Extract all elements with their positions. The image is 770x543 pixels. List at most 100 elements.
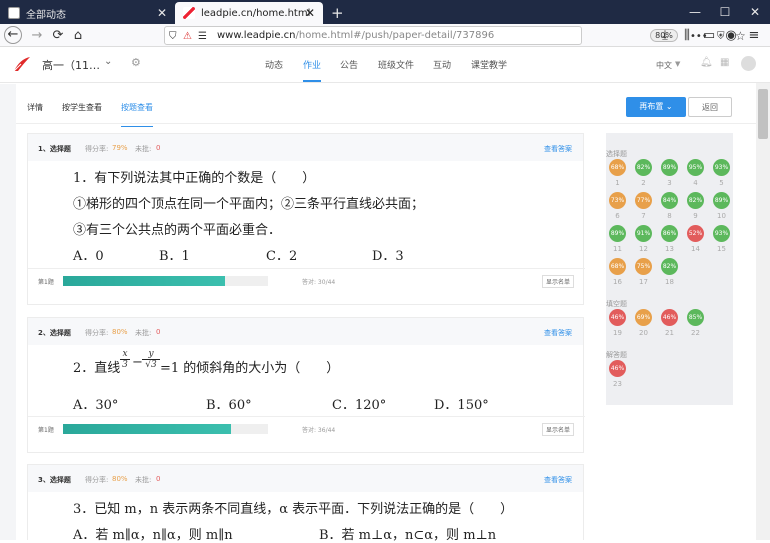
shield-icon[interactable]: ⛉ xyxy=(169,28,177,45)
sub-tabs: 详情 按学生查看 按题查看 再布置 ⌄ 返回 xyxy=(16,84,756,127)
question-rate-circle[interactable]: 82% xyxy=(687,192,704,209)
question-rate-circle[interactable]: 68% xyxy=(609,159,626,176)
progress-fill xyxy=(63,276,225,286)
url-bar[interactable]: ⛉ ⚠ ☰ www.leadpie.cn/home.html#/push/pap… xyxy=(164,26,746,45)
score-value: 80% xyxy=(112,475,128,483)
apps-grid-icon[interactable]: ▦ xyxy=(720,57,729,68)
view-answer-link[interactable]: 查看答案 xyxy=(544,475,572,485)
question-rate-circle[interactable]: 46% xyxy=(609,309,626,326)
nav-activity[interactable]: 动态 xyxy=(265,58,283,71)
option-b: B．若 m⊥α，n⊂α，则 m⊥n xyxy=(319,528,497,543)
minimize-icon[interactable]: — xyxy=(680,0,710,24)
question-rate-circle[interactable]: 46% xyxy=(609,360,626,377)
question-rate-circle[interactable]: 91% xyxy=(635,225,652,242)
fraction-y-over-sqrt3: y √3 xyxy=(142,349,160,370)
back-button[interactable]: 返回 xyxy=(688,97,732,117)
language-selector[interactable]: 中文 xyxy=(656,60,672,71)
scrollbar[interactable] xyxy=(756,83,770,540)
close-tab-icon[interactable]: ✕ xyxy=(157,6,167,20)
score-label: 得分率: xyxy=(85,145,109,153)
option-b: B．1 xyxy=(159,249,190,264)
downloads-icon[interactable]: ⤓ xyxy=(655,26,675,45)
question-rate-circle[interactable]: 93% xyxy=(713,159,730,176)
view-answer-link[interactable]: 查看答案 xyxy=(544,144,572,154)
nav-notice[interactable]: 公告 xyxy=(340,58,358,71)
nav-classroom[interactable]: 课堂教学 xyxy=(471,58,507,71)
account-icon[interactable]: ◉ xyxy=(721,26,741,45)
question-rate-circle[interactable]: 89% xyxy=(609,225,626,242)
close-tab-icon[interactable]: ✕ xyxy=(305,6,315,20)
nav-homework[interactable]: 作业 xyxy=(303,58,322,82)
section-title: 选择题 xyxy=(606,150,627,158)
question-rate-circle[interactable]: 82% xyxy=(661,258,678,275)
browser-tab-2[interactable]: leadpie.cn/home.html#/push ✕ xyxy=(175,2,323,24)
sidebar-icon[interactable]: ▭ xyxy=(699,26,719,45)
nav-interaction[interactable]: 互动 xyxy=(433,58,451,71)
question-rate-circle[interactable]: 46% xyxy=(661,309,678,326)
question-rate-circle[interactable]: 89% xyxy=(713,192,730,209)
reload-icon[interactable]: ⟳ xyxy=(48,26,68,45)
home-icon[interactable]: ⌂ xyxy=(68,26,88,45)
scrollbar-thumb[interactable] xyxy=(758,89,768,139)
chevron-down-icon[interactable]: ⌄ xyxy=(104,56,112,67)
forward-icon[interactable]: → xyxy=(27,26,47,45)
nav-class-files[interactable]: 班级文件 xyxy=(378,58,414,71)
leadpie-favicon-icon xyxy=(183,7,195,19)
question-number: 2 xyxy=(641,179,646,187)
close-window-icon[interactable]: ✕ xyxy=(740,0,770,24)
browser-navbar: ← → ⟳ ⌂ ⛉ ⚠ ☰ www.leadpie.cn/home.html#/… xyxy=(0,24,770,47)
question-rate-circle[interactable]: 77% xyxy=(635,192,652,209)
show-names-button[interactable]: 显示名单 xyxy=(542,275,575,288)
library-icon[interactable]: ⫼ xyxy=(677,26,697,45)
class-selector[interactable]: 高一（11… xyxy=(42,57,100,73)
tab-label: 全部动态 xyxy=(26,9,66,21)
question-number: 7 xyxy=(641,212,646,220)
show-names-button[interactable]: 显示名单 xyxy=(542,423,575,436)
question-rate-circle[interactable]: 84% xyxy=(661,192,678,209)
progress-fill xyxy=(63,424,232,434)
question-card-2: 2、选择题 得分率: 80% 未批: 0 查看答案 2．直线 x3 − y √3 … xyxy=(27,317,585,453)
bell-icon[interactable]: 🔔︎ xyxy=(700,57,713,68)
question-rate-circle[interactable]: 75% xyxy=(635,258,652,275)
option-a: A．若 m∥α，n∥α，则 m∥n xyxy=(73,528,233,543)
question-number: 1 xyxy=(615,179,620,187)
question-rate-circle[interactable]: 73% xyxy=(609,192,626,209)
question-rate-circle[interactable]: 85% xyxy=(687,309,704,326)
bar-label: 第1题 xyxy=(38,427,54,434)
question-text: 3．已知 m，n 表示两条不同直线，α 表示平面．下列说法正确的是（ ） xyxy=(73,502,514,517)
settings-gear-icon[interactable]: ⚙ xyxy=(131,56,141,69)
insecure-icon[interactable]: ⚠ xyxy=(183,28,192,45)
progress-track xyxy=(63,424,268,434)
maximize-icon[interactable]: ☐ xyxy=(710,0,740,24)
question-navigator: 选择题 68% 1 82% 2 89% 3 95% 4 93% 5 73% 6 77% 7 84% 8 82% 9 8… xyxy=(606,133,733,405)
new-tab-button[interactable]: + xyxy=(323,2,352,24)
question-rate-circle[interactable]: 93% xyxy=(713,225,730,242)
question-rate-circle[interactable]: 86% xyxy=(661,225,678,242)
back-icon[interactable]: ← xyxy=(4,26,22,44)
question-rate-circle[interactable]: 52% xyxy=(687,225,704,242)
question-rate-circle[interactable]: 68% xyxy=(609,258,626,275)
subtab-by-question[interactable]: 按题查看 xyxy=(121,102,153,127)
question-rate-circle[interactable]: 69% xyxy=(635,309,652,326)
question-rate-circle[interactable]: 82% xyxy=(635,159,652,176)
ungraded-label: 未批: xyxy=(135,145,152,153)
question-number: 8 xyxy=(667,212,672,220)
caret-down-icon[interactable]: ▼ xyxy=(675,60,680,68)
question-number: 3 xyxy=(667,179,672,187)
question-rate-circle[interactable]: 89% xyxy=(661,159,678,176)
menu-icon[interactable]: ≡ xyxy=(744,26,764,45)
subtab-details[interactable]: 详情 xyxy=(27,102,43,113)
option-d: D．3 xyxy=(372,249,404,264)
question-number: 13 xyxy=(665,245,674,253)
question-rate-circle[interactable]: 95% xyxy=(687,159,704,176)
subtab-by-student[interactable]: 按学生查看 xyxy=(62,102,102,113)
view-answer-link[interactable]: 查看答案 xyxy=(544,328,572,338)
ungraded-label: 未批: xyxy=(135,476,152,484)
avatar[interactable] xyxy=(741,56,756,71)
browser-tab-1[interactable]: 全部动态 ✕ xyxy=(0,2,175,24)
permissions-icon[interactable]: ☰ xyxy=(198,28,207,45)
reassign-button[interactable]: 再布置 ⌄ xyxy=(626,97,686,117)
question-text: 1．有下列说法其中正确的个数是（ ） xyxy=(73,171,316,186)
leadpie-logo-icon[interactable] xyxy=(12,55,32,73)
question-number: 15 xyxy=(717,245,726,253)
